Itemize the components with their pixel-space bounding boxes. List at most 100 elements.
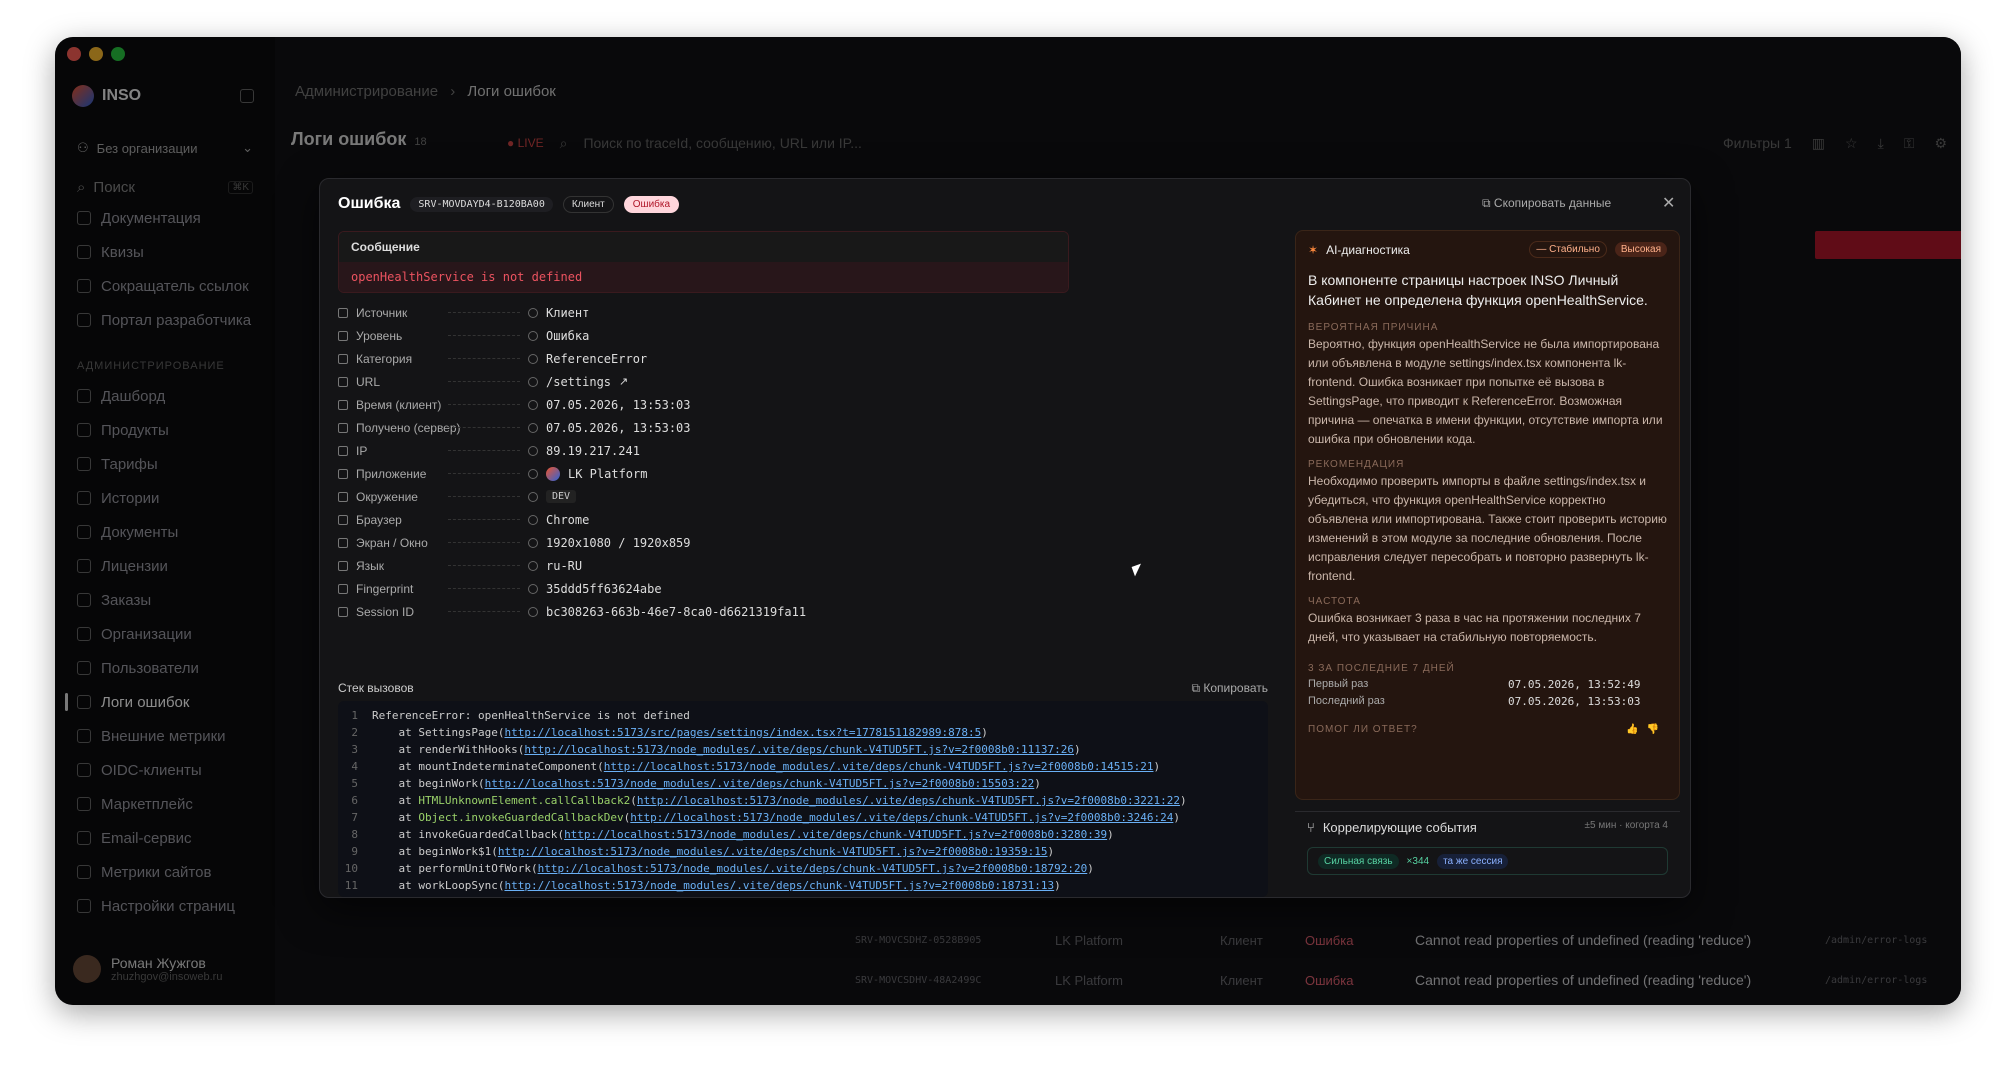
property-icon <box>338 468 348 479</box>
stack-function: beginWork$1 <box>418 845 492 858</box>
stack-url-link[interactable]: http://localhost:5173/node_modules/.vite… <box>524 741 1074 758</box>
property-value-text: 07.05.2026, 13:53:03 <box>546 420 691 435</box>
stack-prefix: at <box>372 794 419 807</box>
stack-line: 3 at renderWithHooks (http://localhost:5… <box>338 741 1268 758</box>
stack-url-link[interactable]: http://localhost:5173/node_modules/.vite… <box>604 758 1154 775</box>
line-number: 5 <box>351 777 358 790</box>
ai-title: AI-диагностика <box>1326 242 1410 257</box>
property-key: Окружение <box>338 490 528 504</box>
property-row: Время (клиент) 07.05.2026, 13:53:03 <box>338 393 1078 416</box>
last-seen: Последний раз 07.05.2026, 13:53:03 <box>1308 695 1641 708</box>
line-number: 7 <box>351 811 358 824</box>
line-number: 2 <box>351 726 358 739</box>
property-value: Клиент <box>528 306 589 320</box>
property-icon <box>338 376 348 387</box>
paren-open: ( <box>491 845 498 858</box>
property-row: URL/settings ↗ <box>338 370 1078 393</box>
stack-url-link[interactable]: http://localhost:5173/src/pages/settings… <box>504 724 981 741</box>
stack-url-link[interactable]: http://localhost:5173/node_modules/.vite… <box>504 877 1054 894</box>
stack-url-link[interactable]: http://localhost:5173/node_modules/.vite… <box>630 809 1173 826</box>
frequency-text: Ошибка возникает 3 раза в час на протяже… <box>1308 611 1641 644</box>
error-id[interactable]: SRV-MOVDAYD4-B120BA00 <box>410 196 553 212</box>
property-icon <box>338 307 348 318</box>
feedback-row: ПОМОГ ЛИ ОТВЕТ? 👍👎 <box>1308 724 1667 735</box>
property-label: Экран / Окно <box>356 535 428 550</box>
stack-function: invokeGuardedCallback <box>418 828 558 841</box>
property-row: Экран / Окно 1920x1080 / 1920x859 <box>338 531 1078 554</box>
property-key: Fingerprint <box>338 582 528 596</box>
stack-prefix: at <box>372 879 419 892</box>
stack-url-link[interactable]: http://localhost:5173/node_modules/.vite… <box>498 843 1048 860</box>
strong-link-badge: Сильная связь <box>1318 853 1399 869</box>
info-icon <box>528 330 538 341</box>
property-label: Session ID <box>356 604 415 619</box>
property-label: Категория <box>356 351 413 366</box>
stack-url-link[interactable]: http://localhost:5173/node_modules/.vite… <box>637 792 1180 809</box>
property-value-text: ru-RU <box>546 558 583 573</box>
level-tag: Ошибка <box>623 195 680 213</box>
external-link-icon[interactable]: ↗ <box>619 375 628 388</box>
severity-badge: Высокая <box>1614 242 1667 257</box>
stack-line: 8 at invokeGuardedCallback (http://local… <box>338 826 1268 843</box>
property-value-text: 89.19.217.241 <box>546 443 640 458</box>
app-logo-icon <box>546 466 560 481</box>
stack-url-link[interactable]: http://localhost:5173/node_modules/.vite… <box>485 775 1035 792</box>
property-key: URL <box>338 375 528 389</box>
copy-data-button[interactable]: ⧉ Скопировать данные <box>1482 196 1611 211</box>
info-icon <box>528 560 538 571</box>
stack-function: Object.invokeGuardedCallbackDev <box>418 811 624 824</box>
property-value: Ошибка <box>528 329 589 343</box>
close-icon[interactable]: ✕ <box>1662 193 1675 213</box>
line-number: 1 <box>351 709 358 722</box>
property-row: Браузер Chrome <box>338 508 1078 531</box>
sparkle-icon: ✶ <box>1308 242 1319 257</box>
property-value-text: ReferenceError <box>546 351 648 366</box>
modal-header: Ошибка SRV-MOVDAYD4-B120BA00 Клиент Ошиб… <box>338 195 680 213</box>
property-key: Браузер <box>338 513 528 527</box>
property-value: 07.05.2026, 13:53:03 <box>528 398 691 412</box>
stack-line: 1 ReferenceError: openHealthService is no… <box>338 707 1268 724</box>
property-icon <box>338 491 348 502</box>
paren-close: ) <box>1173 811 1180 824</box>
stack-prefix: at <box>372 828 419 841</box>
property-key: Уровень <box>338 329 528 343</box>
thumbs-down-icon[interactable]: 👎 <box>1647 724 1667 735</box>
source-tag: Клиент <box>562 195 614 213</box>
stack-line: 11 at workLoopSync (http://localhost:517… <box>338 877 1268 894</box>
property-key: Источник <box>338 306 528 320</box>
property-key: IP <box>338 444 528 458</box>
stack-url-link[interactable]: http://localhost:5173/node_modules/.vite… <box>538 860 1088 877</box>
property-label: Получено (сервер) <box>356 420 461 435</box>
property-icon <box>338 445 348 456</box>
property-label: Время (клиент) <box>356 397 442 412</box>
property-icon <box>338 399 348 410</box>
stack-function: workLoopSync <box>418 879 498 892</box>
paren-open: ( <box>597 760 604 773</box>
line-number: 10 <box>344 862 358 875</box>
line-number: 8 <box>351 828 358 841</box>
info-icon <box>528 491 538 502</box>
property-key: Язык <box>338 559 528 573</box>
info-icon <box>528 353 538 364</box>
paren-close: ) <box>981 726 988 739</box>
paren-open: ( <box>530 862 538 875</box>
copy-stack-button[interactable]: ⧉ Копировать <box>1191 681 1268 696</box>
property-value: 89.19.217.241 <box>528 444 640 458</box>
stack-line: 7 at Object.invokeGuardedCallbackDev (ht… <box>338 809 1268 826</box>
property-value-text: Chrome <box>546 512 590 527</box>
stack-header: Стек вызовов ⧉ Копировать <box>338 681 1268 696</box>
stack-function: beginWork <box>418 777 478 790</box>
paren-open: ( <box>477 777 485 790</box>
ai-summary: В компоненте страницы настроек INSO Личн… <box>1308 272 1648 308</box>
line-number: 6 <box>351 794 358 807</box>
corr-event-row[interactable]: Сильная связь ×344 та же сессия <box>1307 847 1668 875</box>
stack-prefix: at <box>372 845 419 858</box>
stack-line: 4 at mountIndeterminateComponent (http:/… <box>338 758 1268 775</box>
property-value-text: /settings <box>546 374 612 389</box>
stack-url-link[interactable]: http://localhost:5173/node_modules/.vite… <box>564 826 1107 843</box>
thumbs-up-icon[interactable]: 👍 <box>1626 724 1646 735</box>
stack-function: mountIndeterminateComponent <box>418 760 598 773</box>
property-label: Браузер <box>356 512 402 527</box>
property-key: Категория <box>338 352 528 366</box>
stack-trace[interactable]: 1 ReferenceError: openHealthService is no… <box>338 701 1268 897</box>
